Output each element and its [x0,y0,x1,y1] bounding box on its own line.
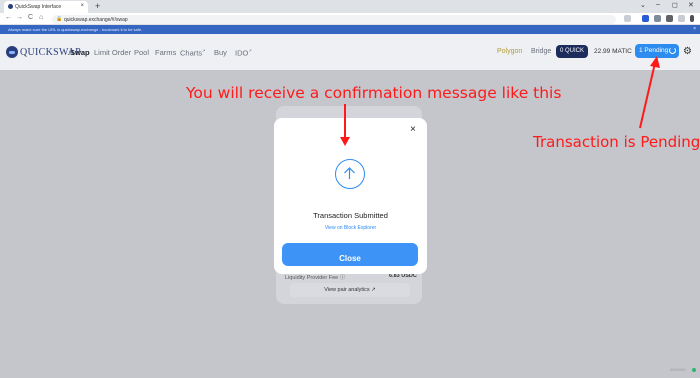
annotation-arrows [340,56,660,146]
arrow-up-right-icon [639,56,660,129]
arrow-down-icon [340,104,350,146]
